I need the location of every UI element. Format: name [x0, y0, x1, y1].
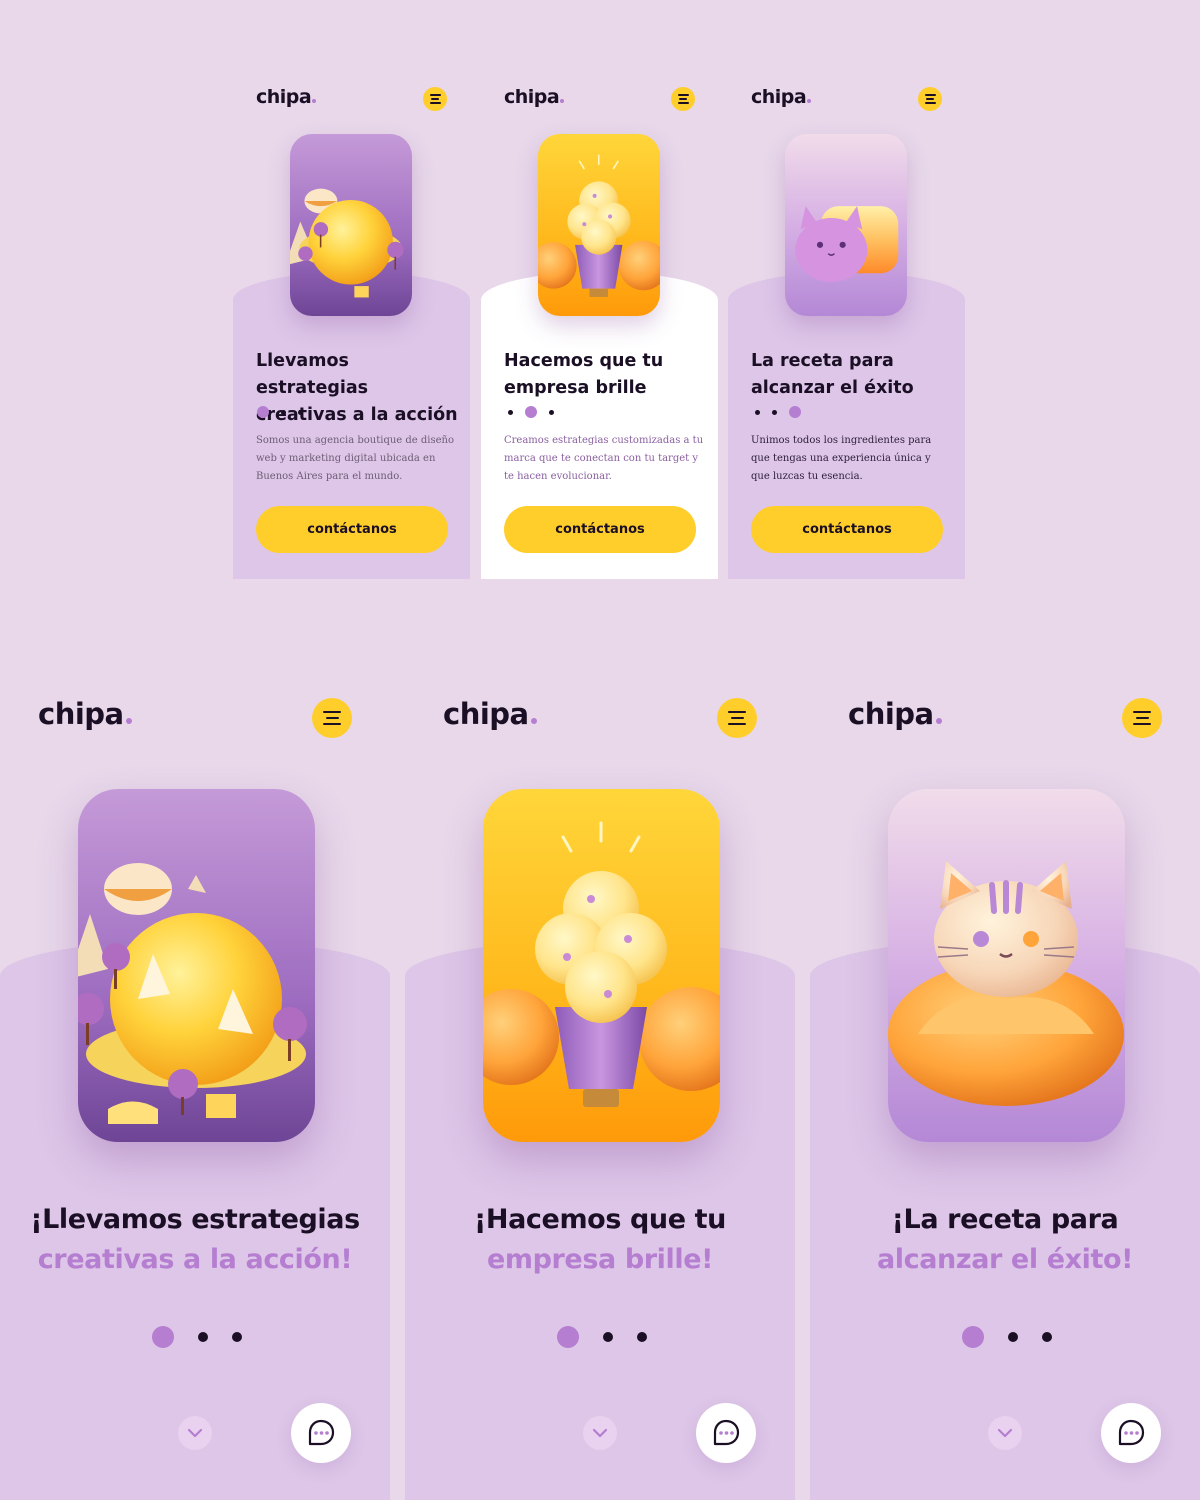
- pagination-dots: [557, 1326, 671, 1348]
- chat-bubble-icon: [308, 1419, 335, 1446]
- page-dot-active[interactable]: [525, 406, 537, 418]
- pagination-dots: [755, 406, 813, 418]
- chat-bubble-icon: [713, 1419, 740, 1446]
- page-dot[interactable]: [1008, 1332, 1018, 1342]
- pagination-dots: [257, 406, 315, 418]
- logo[interactable]: chipa: [504, 86, 565, 108]
- hamburger-menu-icon: [677, 93, 689, 105]
- hero-illustration: [78, 789, 315, 1142]
- chevron-down-icon: [187, 1428, 203, 1438]
- scroll-down-button[interactable]: [988, 1416, 1022, 1450]
- hamburger-menu-icon: [1133, 709, 1151, 727]
- contact-button[interactable]: contáctanos: [751, 506, 943, 553]
- hamburger-menu-icon: [429, 93, 441, 105]
- menu-button[interactable]: [918, 87, 942, 111]
- hero-illustration: [483, 789, 720, 1142]
- chat-button[interactable]: [291, 1403, 351, 1463]
- chat-bubble-icon: [1118, 1419, 1145, 1446]
- contact-button[interactable]: contáctanos: [256, 506, 448, 553]
- page-dot[interactable]: [637, 1332, 647, 1342]
- hamburger-menu-icon: [323, 709, 341, 727]
- page-dot[interactable]: [198, 1332, 208, 1342]
- page-dot[interactable]: [755, 409, 760, 415]
- page-dot-active[interactable]: [152, 1326, 174, 1348]
- hero-illustration: [538, 134, 660, 316]
- screen-title: ¡Llevamos estrategias creativas a la acc…: [30, 1204, 360, 1275]
- hamburger-menu-icon: [728, 709, 746, 727]
- menu-button[interactable]: [1122, 698, 1162, 738]
- logo[interactable]: chipa: [256, 86, 317, 108]
- hero-illustration: [888, 789, 1125, 1142]
- contact-button[interactable]: contáctanos: [504, 506, 696, 553]
- menu-button[interactable]: [423, 87, 447, 111]
- page-dot-active[interactable]: [557, 1326, 579, 1348]
- screen-description: Somos una agencia boutique de diseño web…: [256, 435, 454, 482]
- menu-button[interactable]: [312, 698, 352, 738]
- screen-description: Unimos todos los ingredientes para que t…: [751, 435, 932, 482]
- chat-button[interactable]: [696, 1403, 756, 1463]
- screen-title: ¡Hacemos que tu empresa brille!: [474, 1204, 726, 1275]
- logo[interactable]: chipa: [38, 697, 132, 731]
- menu-button[interactable]: [671, 87, 695, 111]
- page-dot[interactable]: [772, 409, 777, 415]
- scroll-down-button[interactable]: [178, 1416, 212, 1450]
- screen-title: La receta para alcanzar el éxito: [751, 351, 914, 398]
- chevron-down-icon: [997, 1428, 1013, 1438]
- chevron-down-icon: [592, 1428, 608, 1438]
- chat-button[interactable]: [1101, 1403, 1161, 1463]
- page-dot[interactable]: [508, 409, 513, 415]
- page-dot[interactable]: [549, 409, 554, 415]
- page-dot-active[interactable]: [962, 1326, 984, 1348]
- hero-illustration: [290, 134, 412, 316]
- screen-title: Hacemos que tu empresa brille: [504, 351, 664, 398]
- pagination-dots: [508, 406, 566, 418]
- logo[interactable]: chipa: [751, 86, 812, 108]
- screen-description: Creamos estrategias customizadas a tu ma…: [504, 435, 704, 482]
- logo[interactable]: chipa: [443, 697, 537, 731]
- logo[interactable]: chipa: [848, 697, 942, 731]
- screen-title: ¡La receta para alcanzar el éxito!: [876, 1204, 1134, 1275]
- hero-illustration: [785, 134, 907, 316]
- page-dot[interactable]: [603, 1332, 613, 1342]
- pagination-dots: [962, 1326, 1076, 1348]
- page-dot[interactable]: [232, 1332, 242, 1342]
- menu-button[interactable]: [717, 698, 757, 738]
- pagination-dots: [152, 1326, 266, 1348]
- page-dot-active[interactable]: [257, 406, 269, 418]
- page-dot[interactable]: [281, 409, 286, 415]
- page-dot[interactable]: [1042, 1332, 1052, 1342]
- page-dot-active[interactable]: [789, 406, 801, 418]
- page-dot[interactable]: [298, 409, 303, 415]
- hamburger-menu-icon: [924, 93, 936, 105]
- scroll-down-button[interactable]: [583, 1416, 617, 1450]
